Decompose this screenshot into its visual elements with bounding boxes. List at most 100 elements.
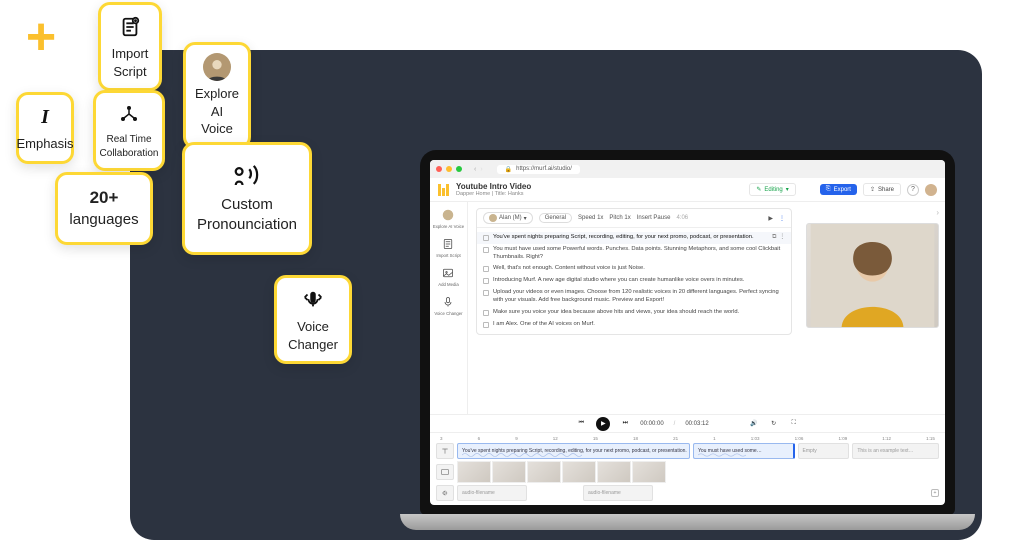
sidebar-item-changer[interactable]: Voice Changer <box>434 295 462 316</box>
sidebar-item-import[interactable]: Import Script <box>436 237 460 258</box>
ruler-tick: 12 <box>553 436 558 441</box>
play-block-icon[interactable]: ▶ <box>768 215 773 222</box>
script-text: You must have used some Powerful words. … <box>493 246 785 262</box>
video-thumb[interactable] <box>632 461 666 483</box>
insert-pause-button[interactable]: Insert Pause <box>637 215 671 221</box>
sidebar-item-media[interactable]: Add Media <box>438 266 459 287</box>
help-icon[interactable]: ? <box>907 184 919 196</box>
user-avatar[interactable] <box>925 184 937 196</box>
voice-changer-card[interactable]: Voice Changer <box>274 275 352 364</box>
copy-icon[interactable]: ⧉ <box>772 234 776 242</box>
audio-track-icon <box>436 485 454 501</box>
emphasis-card[interactable]: I Emphasis <box>16 92 74 164</box>
ruler-tick: 1:09 <box>838 436 847 441</box>
checkbox-icon[interactable] <box>483 322 489 328</box>
address-bar[interactable]: 🔒 https://murf.ai/studio/ <box>497 165 580 174</box>
murf-logo-icon[interactable] <box>438 184 450 196</box>
speak-icon <box>229 161 265 191</box>
script-line[interactable]: Upload your videos or even images. Choos… <box>477 287 791 307</box>
video-thumb[interactable] <box>457 461 491 483</box>
collapse-preview-icon[interactable]: › <box>936 208 939 217</box>
laptop-base <box>400 514 975 530</box>
script-line[interactable]: Make sure you voice your idea because ab… <box>477 307 791 319</box>
add-track-icon[interactable]: + <box>931 489 939 497</box>
export-button[interactable]: ⎘ Export <box>820 184 857 195</box>
script-line[interactable]: You must have used some Powerful words. … <box>477 244 791 264</box>
window-min-icon[interactable] <box>446 166 452 172</box>
video-track[interactable] <box>436 461 939 483</box>
video-thumb[interactable] <box>527 461 561 483</box>
volume-icon[interactable]: 🔊 <box>749 419 759 429</box>
nav-back-icon[interactable]: ‹ <box>474 166 476 173</box>
audio-track[interactable]: audio-filename audio-filename + <box>436 485 939 501</box>
checkbox-icon[interactable] <box>483 235 489 241</box>
breadcrumb[interactable]: Dapper Home | Title: Hanks <box>456 191 531 197</box>
timeline-clip[interactable]: You've spent nights preparing Script, re… <box>457 443 690 459</box>
url-text: https://murf.ai/studio/ <box>516 166 572 172</box>
timeline-empty-clip[interactable]: Empty <box>798 443 850 459</box>
skip-fwd-icon[interactable]: ⏭ <box>620 419 630 429</box>
script-line[interactable]: Introducing Murf. A new age digital stud… <box>477 275 791 287</box>
video-thumb[interactable] <box>597 461 631 483</box>
pitch-control[interactable]: Pitch 1x <box>609 215 630 221</box>
checkbox-icon[interactable] <box>483 266 489 272</box>
emphasis-label: Emphasis <box>16 135 73 153</box>
ruler-tick: 9 <box>515 436 518 441</box>
ruler-tick: 1:12 <box>882 436 891 441</box>
sidebar-item-explore[interactable]: Explore AI Voice <box>433 208 464 229</box>
script-text: Upload your videos or even images. Choos… <box>493 289 785 305</box>
collab-card[interactable]: Real Time Collaboration <box>93 90 165 171</box>
ruler-tick: 21 <box>673 436 678 441</box>
timeline[interactable]: 3691215182111:031:061:091:121:15 You've … <box>430 432 945 505</box>
fullscreen-icon[interactable]: ⛶ <box>789 419 799 429</box>
video-thumb[interactable] <box>562 461 596 483</box>
checkbox-icon[interactable] <box>483 278 489 284</box>
text-track[interactable]: You've spent nights preparing Script, re… <box>436 443 939 459</box>
style-selector[interactable]: General <box>539 213 572 223</box>
script-text: Make sure you voice your idea because ab… <box>493 309 785 317</box>
explore-label-1: Explore AI <box>194 85 240 120</box>
pronounce-label-2: Pronounciation <box>197 215 297 235</box>
timeline-clip[interactable]: You must have used some… <box>693 443 795 459</box>
languages-card[interactable]: 20+ languages <box>55 172 153 245</box>
share-icon: ⇪ <box>870 186 875 193</box>
script-text: You've spent nights preparing Script, re… <box>493 234 768 242</box>
import-script-card[interactable]: Import Script <box>98 2 162 91</box>
time-current: 00:00:00 <box>640 421 663 427</box>
transport-bar: ⏮ ▶ ⏭ 00:00:00 / 00:03:12 🔊 ↻ ⛶ <box>430 414 945 432</box>
share-button[interactable]: ⇪ Share <box>863 183 901 196</box>
checkbox-icon[interactable] <box>483 310 489 316</box>
voice-changer-label-2: Changer <box>288 336 338 354</box>
script-line[interactable]: You've spent nights preparing Script, re… <box>477 232 791 244</box>
checkbox-icon[interactable] <box>483 290 489 296</box>
time-total: 00:03:12 <box>685 421 708 427</box>
line-menu-icon[interactable]: ⋮ <box>779 234 785 242</box>
checkbox-icon[interactable] <box>483 247 489 253</box>
text-track-icon <box>436 443 454 459</box>
import-script-label-1: Import <box>112 45 149 63</box>
editing-status-pill[interactable]: ✎ Editing ▾ <box>749 183 795 196</box>
script-line[interactable]: Well, that's not enough. Content without… <box>477 263 791 275</box>
skip-back-icon[interactable]: ⏮ <box>576 419 586 429</box>
lock-icon: 🔒 <box>505 166 512 173</box>
voice-selector[interactable]: Alan (M) ▾ <box>483 212 533 224</box>
window-max-icon[interactable] <box>456 166 462 172</box>
audio-clip[interactable]: audio-filename <box>583 485 653 501</box>
loop-icon[interactable]: ↻ <box>769 419 779 429</box>
speed-control[interactable]: Speed 1x <box>578 215 603 221</box>
export-icon: ⎘ <box>826 186 831 193</box>
window-close-icon[interactable] <box>436 166 442 172</box>
pronounce-card[interactable]: Custom Pronounciation <box>182 142 312 255</box>
script-line[interactable]: I am Alex. One of the AI voices on Murf. <box>477 319 791 331</box>
timeline-example-clip[interactable]: This is an example text… <box>852 443 939 459</box>
mic-icon <box>441 295 455 309</box>
audio-clip[interactable]: audio-filename <box>457 485 527 501</box>
video-thumb[interactable] <box>492 461 526 483</box>
avatar-icon <box>203 53 231 81</box>
block-menu-icon[interactable]: ⋮ <box>779 215 785 222</box>
video-track-icon <box>436 464 454 480</box>
collab-label-2: Collaboration <box>100 147 159 161</box>
play-button[interactable]: ▶ <box>596 417 610 431</box>
explore-ai-voice-card[interactable]: Explore AI Voice <box>183 42 251 149</box>
video-preview[interactable] <box>806 223 939 328</box>
